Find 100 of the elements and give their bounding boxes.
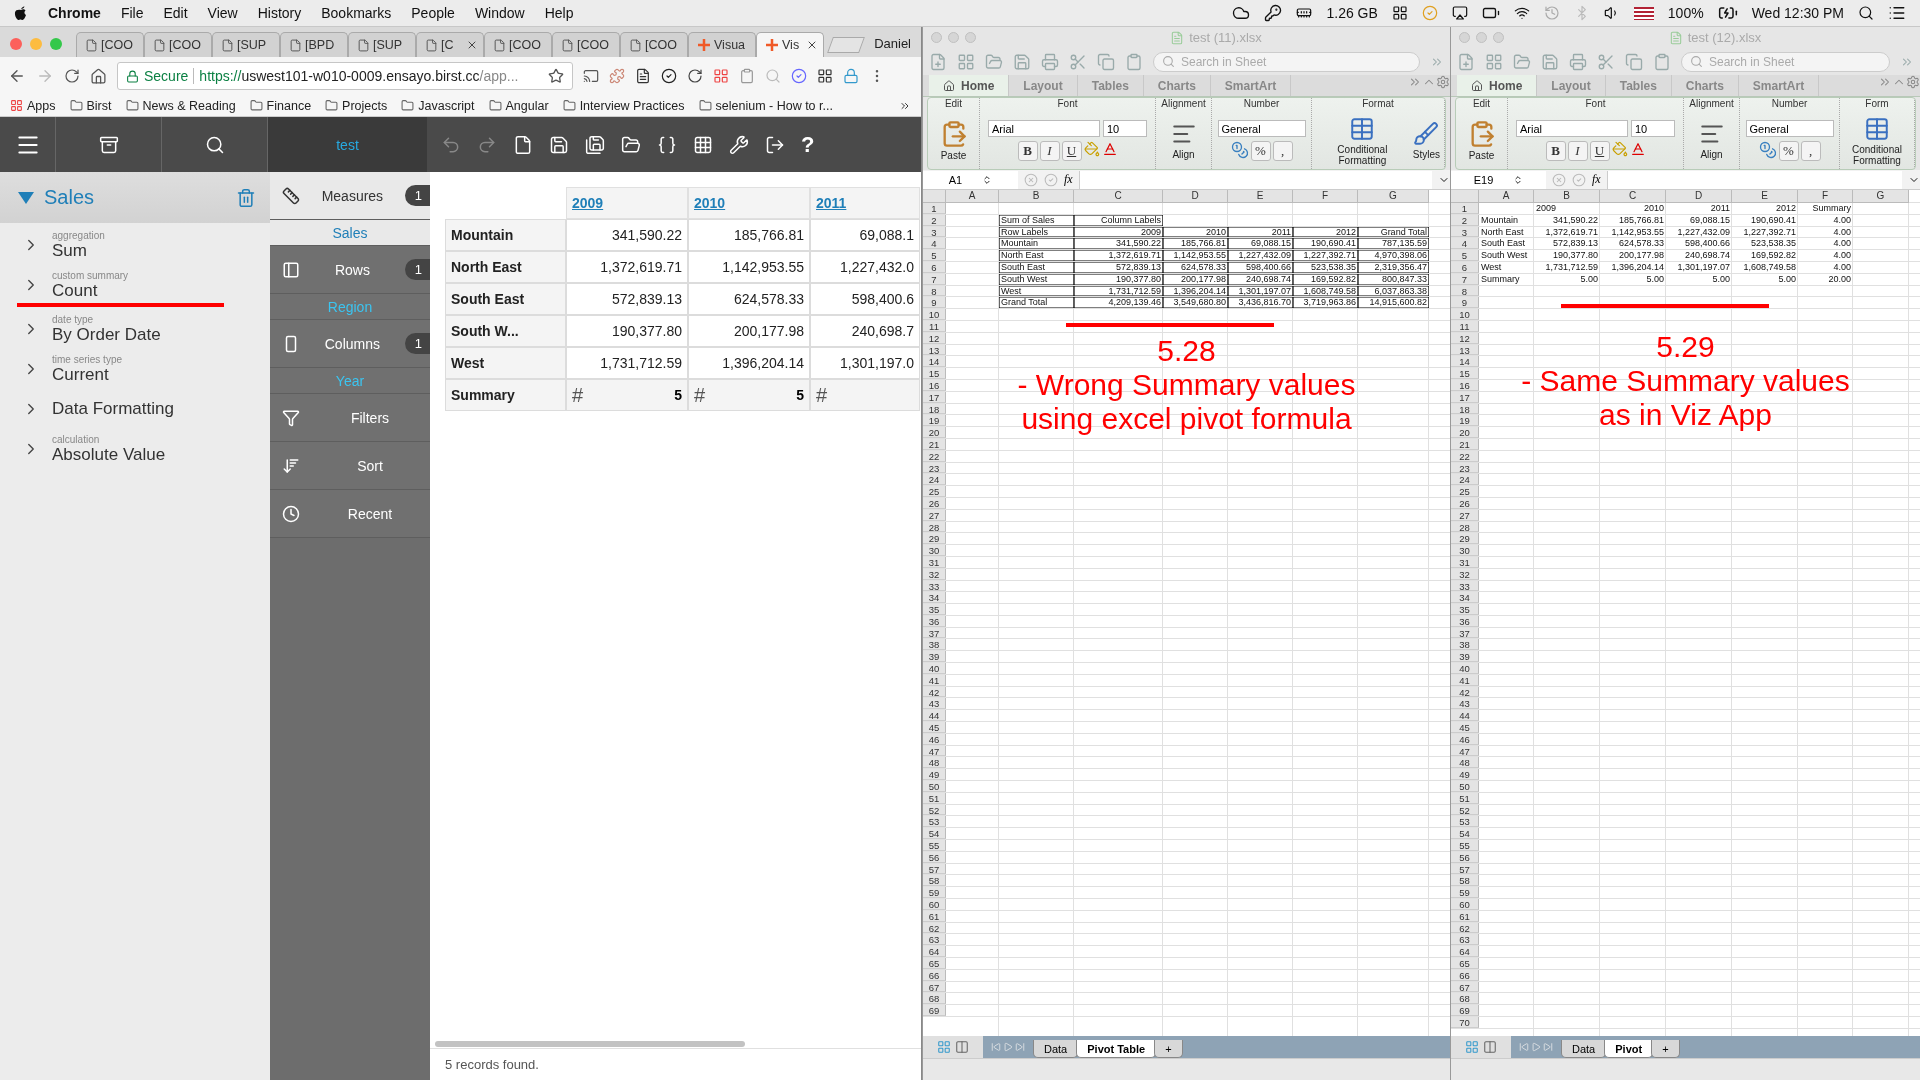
reload-icon[interactable] — [64, 68, 80, 84]
row-number[interactable]: 38 — [923, 639, 946, 651]
row-number[interactable]: 57 — [1451, 863, 1479, 875]
history-icon[interactable] — [1543, 5, 1560, 21]
menu-icon[interactable] — [1888, 4, 1906, 22]
column-header[interactable]: F — [1798, 190, 1853, 203]
row-number[interactable]: 5 — [923, 250, 946, 261]
settings-icon[interactable] — [1436, 75, 1450, 89]
bookmark[interactable]: Birst — [86, 98, 112, 113]
star-icon[interactable] — [548, 68, 564, 84]
row-number[interactable]: 51 — [923, 792, 946, 804]
normal-view-icon[interactable] — [937, 1040, 951, 1054]
row-number[interactable]: 49 — [923, 769, 946, 781]
row-number[interactable]: 23 — [1451, 462, 1479, 474]
row-number[interactable]: 10 — [923, 309, 946, 320]
row-number[interactable]: 61 — [923, 910, 946, 922]
print-icon[interactable] — [1041, 52, 1059, 71]
ribbon-tab[interactable]: Home — [929, 75, 1010, 96]
shelf-value[interactable]: Sales — [270, 220, 430, 246]
grid-icon[interactable] — [1391, 5, 1408, 21]
row-number[interactable]: 55 — [1451, 840, 1479, 851]
row-number[interactable]: 30 — [923, 545, 946, 556]
view-switcher[interactable] — [1451, 1036, 1511, 1058]
row-number[interactable]: 66 — [923, 969, 946, 981]
first-sheet-icon[interactable] — [991, 1042, 1001, 1052]
menu-item[interactable]: Edit — [163, 5, 188, 21]
row-number[interactable]: 27 — [923, 509, 946, 521]
menu-item[interactable]: View — [207, 5, 238, 21]
flag-icon[interactable] — [1633, 6, 1654, 20]
row-number[interactable]: 59 — [923, 887, 946, 898]
row-number[interactable]: 8 — [923, 285, 946, 297]
row-number[interactable]: 67 — [923, 981, 946, 993]
row-number[interactable]: 16 — [923, 379, 946, 391]
row-number[interactable]: 29 — [1451, 533, 1479, 545]
row-number[interactable]: 15 — [1451, 368, 1479, 379]
row-number[interactable]: 42 — [1451, 686, 1479, 698]
paste-icon[interactable] — [1653, 52, 1671, 71]
row-number[interactable]: 47 — [923, 745, 946, 757]
folder-icon[interactable] — [325, 99, 339, 112]
cloud-icon[interactable] — [1232, 4, 1251, 22]
style-button[interactable]: B — [1545, 141, 1566, 161]
row-number[interactable]: 33 — [1451, 580, 1479, 592]
bookmark[interactable]: News & Reading — [142, 98, 236, 113]
memory-icon[interactable] — [1296, 5, 1313, 21]
row-number[interactable]: 19 — [1451, 415, 1479, 427]
column-header[interactable]: E — [1732, 190, 1798, 203]
column-header[interactable]: C — [1600, 190, 1666, 203]
formula-field[interactable] — [1078, 170, 1432, 189]
row-number[interactable]: 63 — [923, 934, 946, 946]
menu-item[interactable]: Bookmarks — [321, 5, 392, 21]
format-button[interactable]: Styles — [1412, 149, 1440, 160]
row-number[interactable]: 53 — [1451, 816, 1479, 828]
row-number[interactable]: 45 — [923, 722, 946, 733]
style-button[interactable]: U — [1061, 141, 1082, 161]
row-number[interactable]: 43 — [1451, 698, 1479, 710]
property-value[interactable]: Current — [52, 364, 123, 385]
report-tab[interactable]: test — [268, 117, 427, 172]
row-number[interactable]: 22 — [923, 450, 946, 462]
row-number[interactable]: 35 — [923, 604, 946, 615]
row-number[interactable]: 57 — [923, 863, 946, 875]
folder-icon[interactable] — [401, 99, 415, 112]
row-number[interactable]: 17 — [1451, 391, 1479, 403]
row-number[interactable]: 61 — [1451, 910, 1479, 922]
row-number[interactable]: 45 — [1451, 722, 1479, 733]
number-style-button[interactable]: , — [1800, 141, 1821, 161]
row-number[interactable]: 31 — [1451, 556, 1479, 568]
property-value[interactable]: Absolute Value — [52, 444, 166, 465]
row-number[interactable]: 39 — [923, 651, 946, 663]
row-number[interactable]: 58 — [1451, 875, 1479, 887]
row-number[interactable]: 6 — [923, 262, 946, 273]
gallery-icon[interactable] — [957, 52, 975, 71]
row-number[interactable]: 4 — [1451, 238, 1479, 250]
row-number[interactable]: 68 — [1451, 993, 1479, 1005]
browser-tab[interactable]: [COO — [620, 32, 688, 57]
row-number[interactable]: 11 — [1451, 320, 1479, 332]
row-number[interactable]: 32 — [1451, 568, 1479, 580]
row-number[interactable]: 58 — [923, 875, 946, 887]
row-number[interactable]: 53 — [923, 816, 946, 828]
row-number[interactable]: 40 — [923, 663, 946, 674]
row-number[interactable]: 64 — [1451, 946, 1479, 957]
cut-icon[interactable] — [1069, 52, 1087, 71]
row-number[interactable]: 34 — [923, 592, 946, 604]
brush-icon[interactable] — [1413, 121, 1440, 147]
size-field[interactable]: 10 — [1631, 120, 1675, 137]
page-view-icon[interactable] — [955, 1040, 969, 1054]
row-number[interactable]: 14 — [1451, 356, 1479, 368]
style-button[interactable]: I — [1567, 141, 1588, 161]
home-icon[interactable] — [90, 67, 107, 85]
column-header[interactable]: A — [946, 190, 999, 203]
browser-tab[interactable]: [COO — [484, 32, 552, 57]
row-number[interactable]: 22 — [1451, 450, 1479, 462]
row-number[interactable]: 64 — [923, 946, 946, 957]
row-number[interactable]: 14 — [923, 356, 946, 368]
format-field[interactable]: General — [1745, 120, 1834, 137]
bookmark[interactable]: selenium - How to r... — [715, 98, 833, 113]
property-value[interactable]: Sum — [52, 240, 105, 261]
row-number[interactable]: 50 — [923, 781, 946, 792]
number-style-button[interactable]: % — [1778, 141, 1799, 161]
number-style-button[interactable]: , — [1272, 141, 1293, 161]
settings-icon[interactable] — [1906, 75, 1920, 89]
